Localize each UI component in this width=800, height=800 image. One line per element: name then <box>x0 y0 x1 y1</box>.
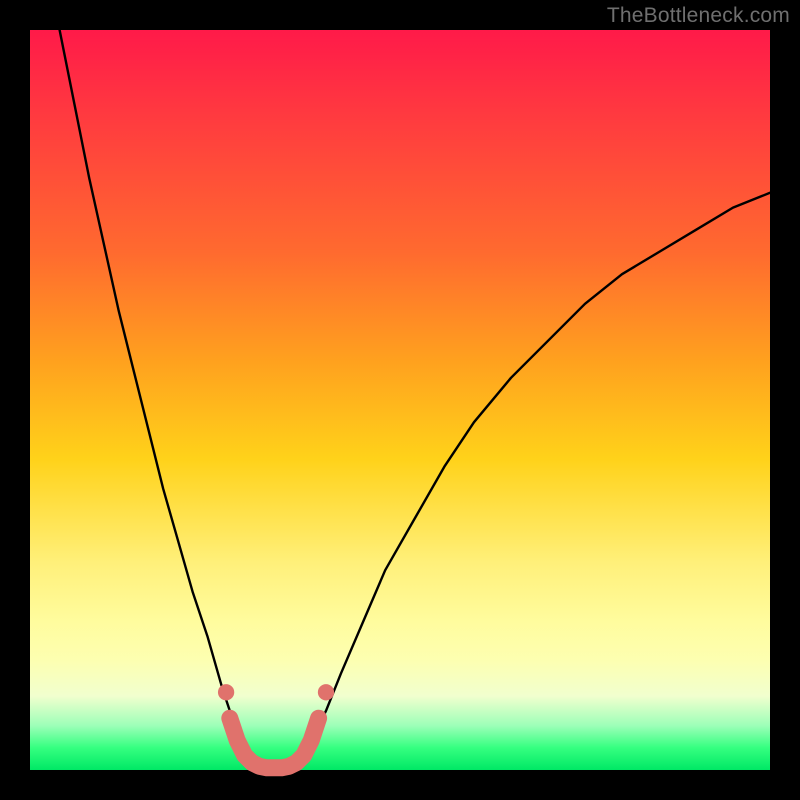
chart-svg <box>30 30 770 770</box>
watermark-text: TheBottleneck.com <box>607 4 790 28</box>
curve-left-branch <box>60 30 252 755</box>
marker-0 <box>218 684 234 700</box>
marker-1 <box>318 684 334 700</box>
valley-highlight <box>230 718 319 768</box>
outer-frame: TheBottleneck.com <box>0 0 800 800</box>
curve-right-branch <box>304 193 770 755</box>
plot-area <box>30 30 770 770</box>
